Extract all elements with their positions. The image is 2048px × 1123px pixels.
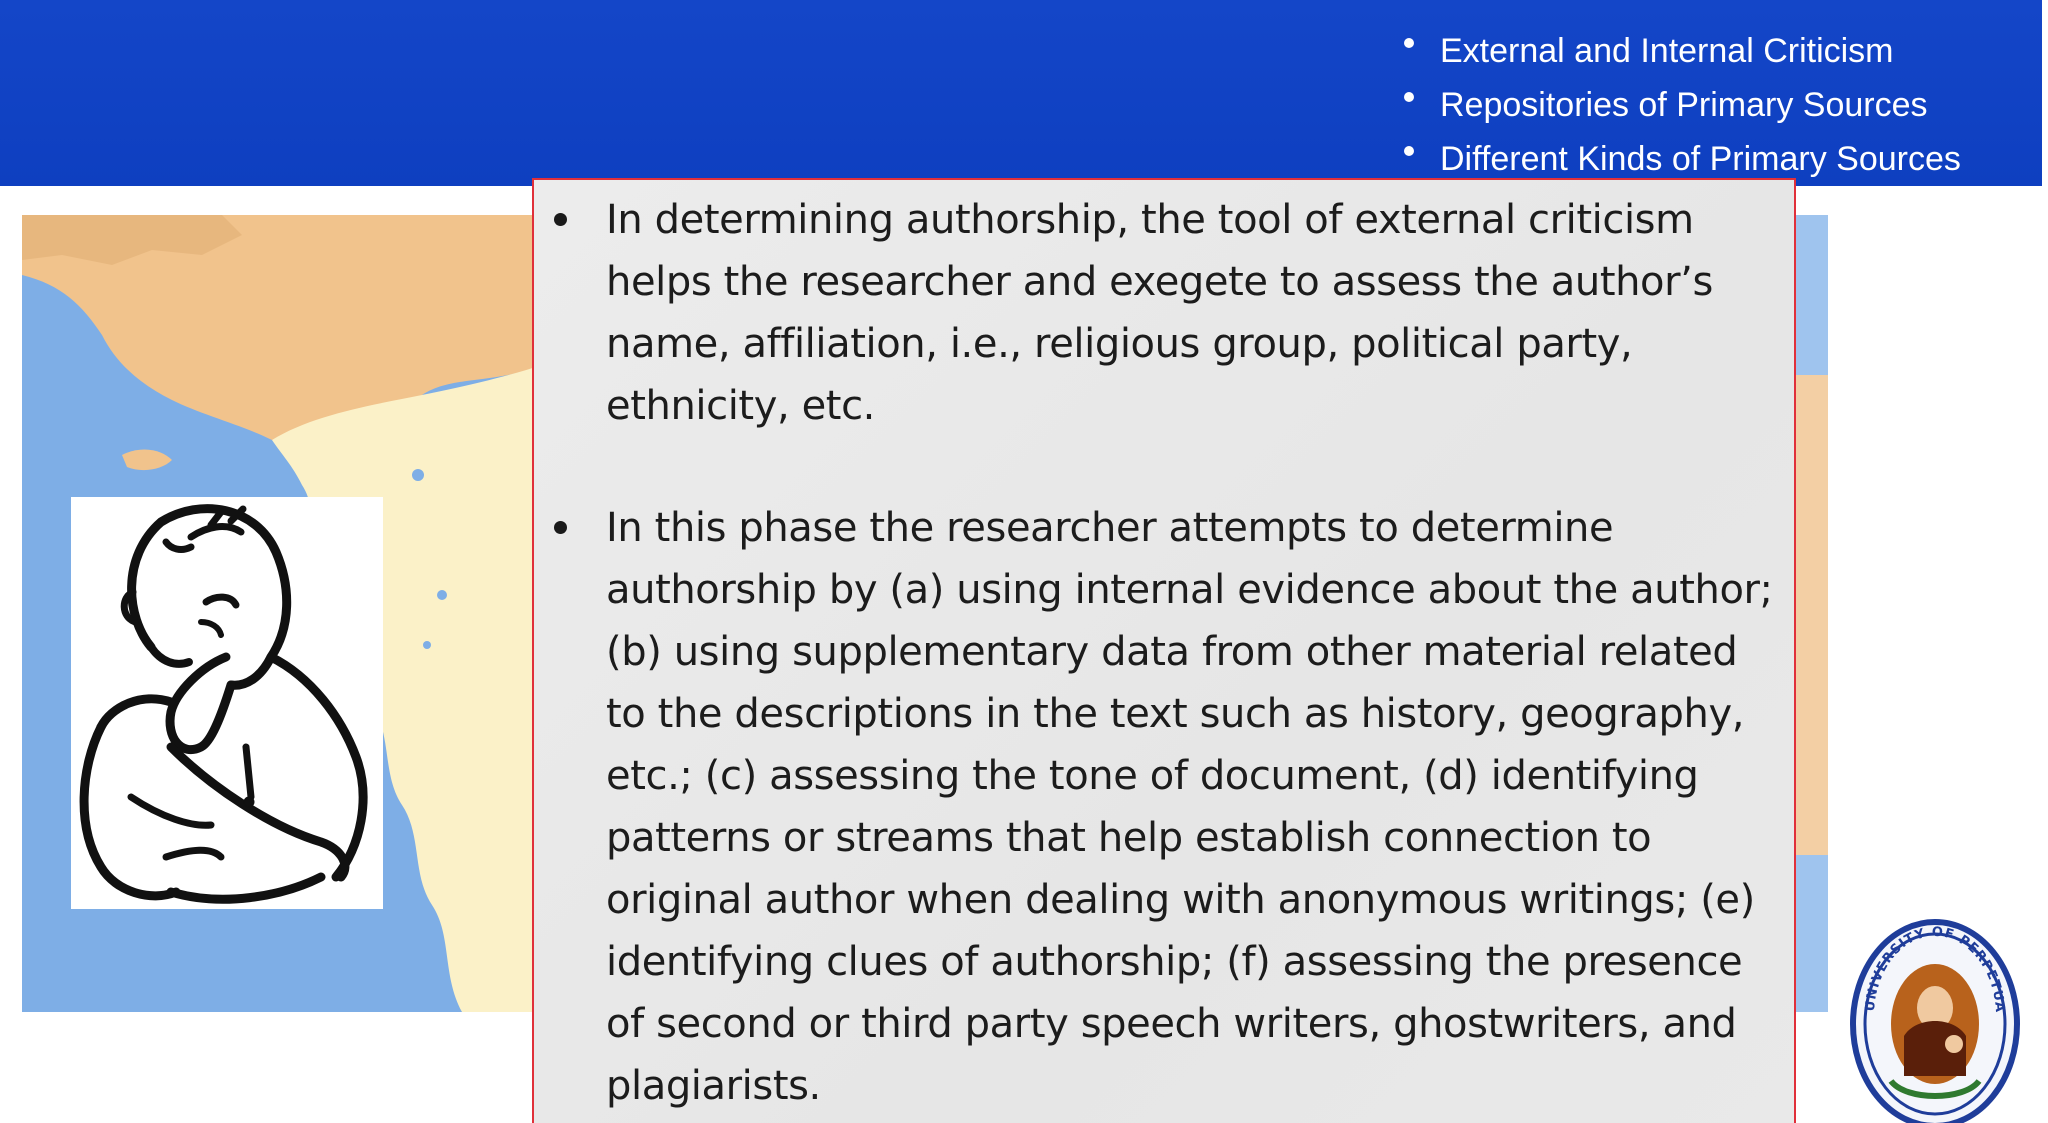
paragraph-text: In determining authorship, the tool of e… [606, 197, 1713, 429]
bullet-icon [1404, 146, 1414, 156]
topic-list: External and Internal Criticism Reposito… [1398, 24, 1961, 186]
topic-label: Repositories of Primary Sources [1440, 86, 1928, 124]
bullet-paragraph: In determining authorship, the tool of e… [534, 189, 1774, 437]
bullet-icon [1404, 92, 1414, 102]
bullet-icon [554, 521, 567, 534]
topic-label: Different Kinds of Primary Sources [1440, 140, 1961, 178]
topic-item: Repositories of Primary Sources [1398, 78, 1961, 132]
bullet-icon [1404, 38, 1414, 48]
thinking-man-icon [71, 497, 383, 909]
content-box: In determining authorship, the tool of e… [532, 178, 1796, 1123]
topic-item: External and Internal Criticism [1398, 24, 1961, 78]
paragraph-text: In this phase the researcher attempts to… [606, 505, 1773, 1109]
header-bar: External and Internal Criticism Reposito… [0, 0, 2042, 186]
bullet-icon [554, 213, 567, 226]
topic-label: External and Internal Criticism [1440, 32, 1894, 70]
slide: External and Internal Criticism Reposito… [0, 0, 2048, 1123]
university-seal-icon: UNIVERSITY OF PERPETUAL HELP SYSTEM [1839, 895, 2024, 1123]
bullet-paragraph: In this phase the researcher attempts to… [534, 497, 1774, 1117]
